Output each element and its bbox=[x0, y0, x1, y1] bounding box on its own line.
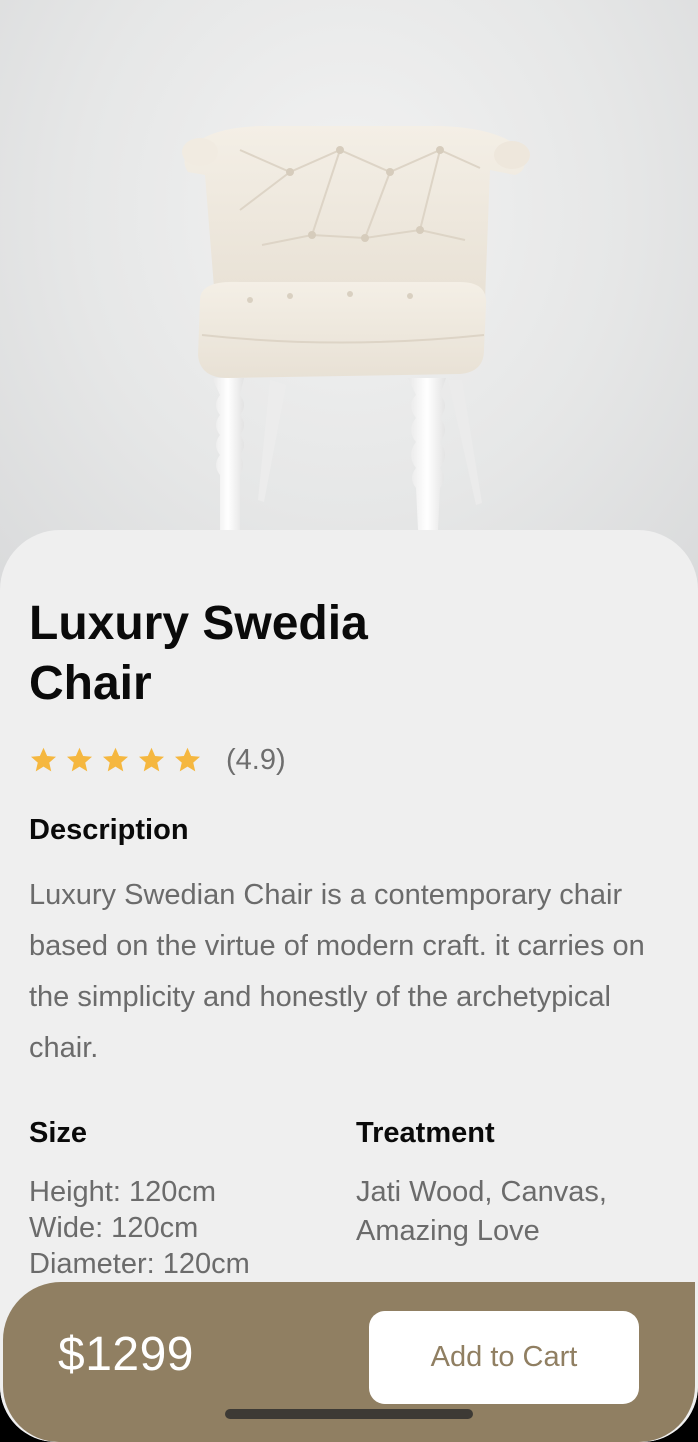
size-heading: Size bbox=[29, 1117, 88, 1149]
product-image bbox=[0, 0, 698, 600]
treatment-heading: Treatment bbox=[356, 1117, 495, 1149]
size-diameter: Diameter: 120cm bbox=[29, 1248, 250, 1280]
rating-value: (4.9) bbox=[226, 743, 286, 776]
star-icon bbox=[67, 747, 92, 772]
description-heading: Description bbox=[29, 814, 189, 846]
star-icon bbox=[31, 747, 56, 772]
product-price: $1299 bbox=[58, 1328, 194, 1381]
size-width: Wide: 120cm bbox=[29, 1212, 199, 1244]
star-icon bbox=[103, 747, 128, 772]
product-rating: (4.9) bbox=[28, 740, 286, 780]
description-text: Luxury Swedian Chair is a contemporary c… bbox=[29, 879, 645, 1064]
product-title: Luxury Swedia Chair bbox=[29, 597, 368, 710]
size-height: Height: 120cm bbox=[29, 1176, 216, 1208]
star-icon bbox=[139, 747, 164, 772]
rating-stars bbox=[28, 745, 208, 775]
product-detail-screen: Luxury Swedia Chair (4.9) Description Lu… bbox=[0, 0, 698, 1442]
size-specs: Height: 120cm Wide: 120cm Diameter: 120c… bbox=[29, 1174, 250, 1282]
add-to-cart-button[interactable]: Add to Cart bbox=[369, 1311, 639, 1404]
home-indicator[interactable] bbox=[225, 1409, 473, 1419]
star-icon bbox=[175, 747, 200, 772]
treatment-text: Jati Wood, Canvas, Amazing Love bbox=[356, 1176, 607, 1247]
chair-illustration bbox=[182, 126, 530, 530]
